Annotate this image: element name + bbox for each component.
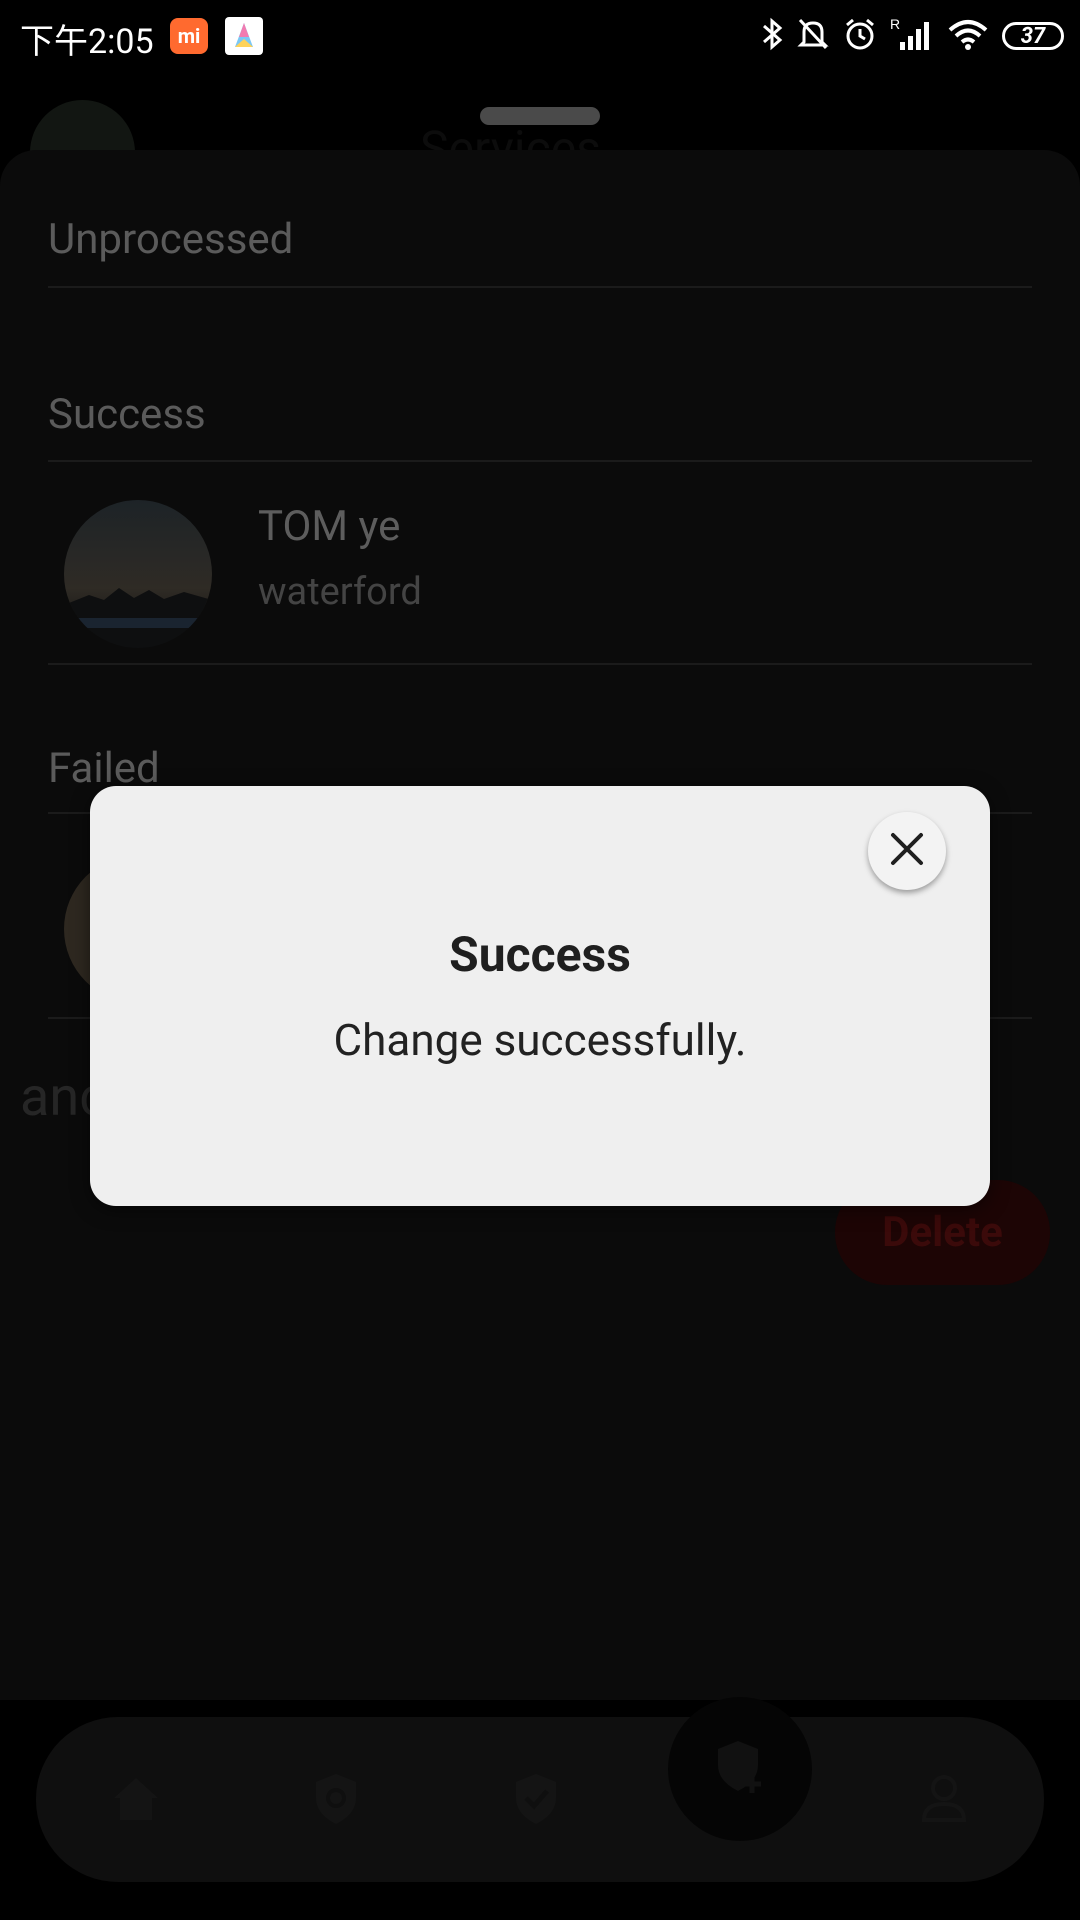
close-icon	[888, 830, 926, 872]
bottom-nav	[36, 1697, 1044, 1882]
nav-home[interactable]	[76, 1717, 196, 1882]
alarm-icon	[842, 16, 878, 56]
svg-text:R: R	[890, 16, 900, 32]
sheet-drag-handle[interactable]	[480, 107, 600, 125]
divider	[48, 663, 1032, 665]
battery-indicator: 37	[1002, 22, 1064, 50]
section-unprocessed: Unprocessed	[48, 215, 294, 264]
close-button[interactable]	[868, 812, 946, 890]
home-icon	[106, 1768, 166, 1832]
muted-bell-icon	[796, 16, 830, 56]
shield-search-icon	[306, 1768, 366, 1832]
app-notification-icon	[225, 17, 263, 55]
bluetooth-icon	[760, 16, 784, 56]
nav-shield-check[interactable]	[476, 1717, 596, 1882]
avatar[interactable]	[64, 500, 212, 648]
divider	[48, 460, 1032, 462]
screen: 下午2:05 mi R 37 Services Unprocessed Succ…	[0, 0, 1080, 1920]
nav-profile[interactable]	[884, 1717, 1004, 1882]
dialog-message: Change successfully.	[333, 1014, 747, 1066]
section-success: Success	[48, 390, 206, 439]
contact-name[interactable]: TOM ye	[258, 502, 400, 551]
nav-shield-add[interactable]	[668, 1697, 812, 1841]
success-dialog: Success Change successfully.	[90, 786, 990, 1206]
contact-location: waterford	[258, 570, 422, 614]
dialog-title: Success	[449, 926, 631, 983]
status-time: 下午2:05	[20, 22, 154, 62]
status-icons: R 37	[760, 16, 1064, 56]
status-bar: 下午2:05 mi R 37	[0, 0, 1080, 74]
nav-shield-search[interactable]	[276, 1717, 396, 1882]
signal-icon: R	[890, 16, 934, 56]
person-icon	[914, 1768, 974, 1832]
shield-add-icon	[708, 1735, 772, 1803]
divider	[48, 286, 1032, 288]
wifi-icon	[946, 16, 990, 56]
mi-app-icon: mi	[170, 18, 208, 54]
shield-check-icon	[506, 1768, 566, 1832]
